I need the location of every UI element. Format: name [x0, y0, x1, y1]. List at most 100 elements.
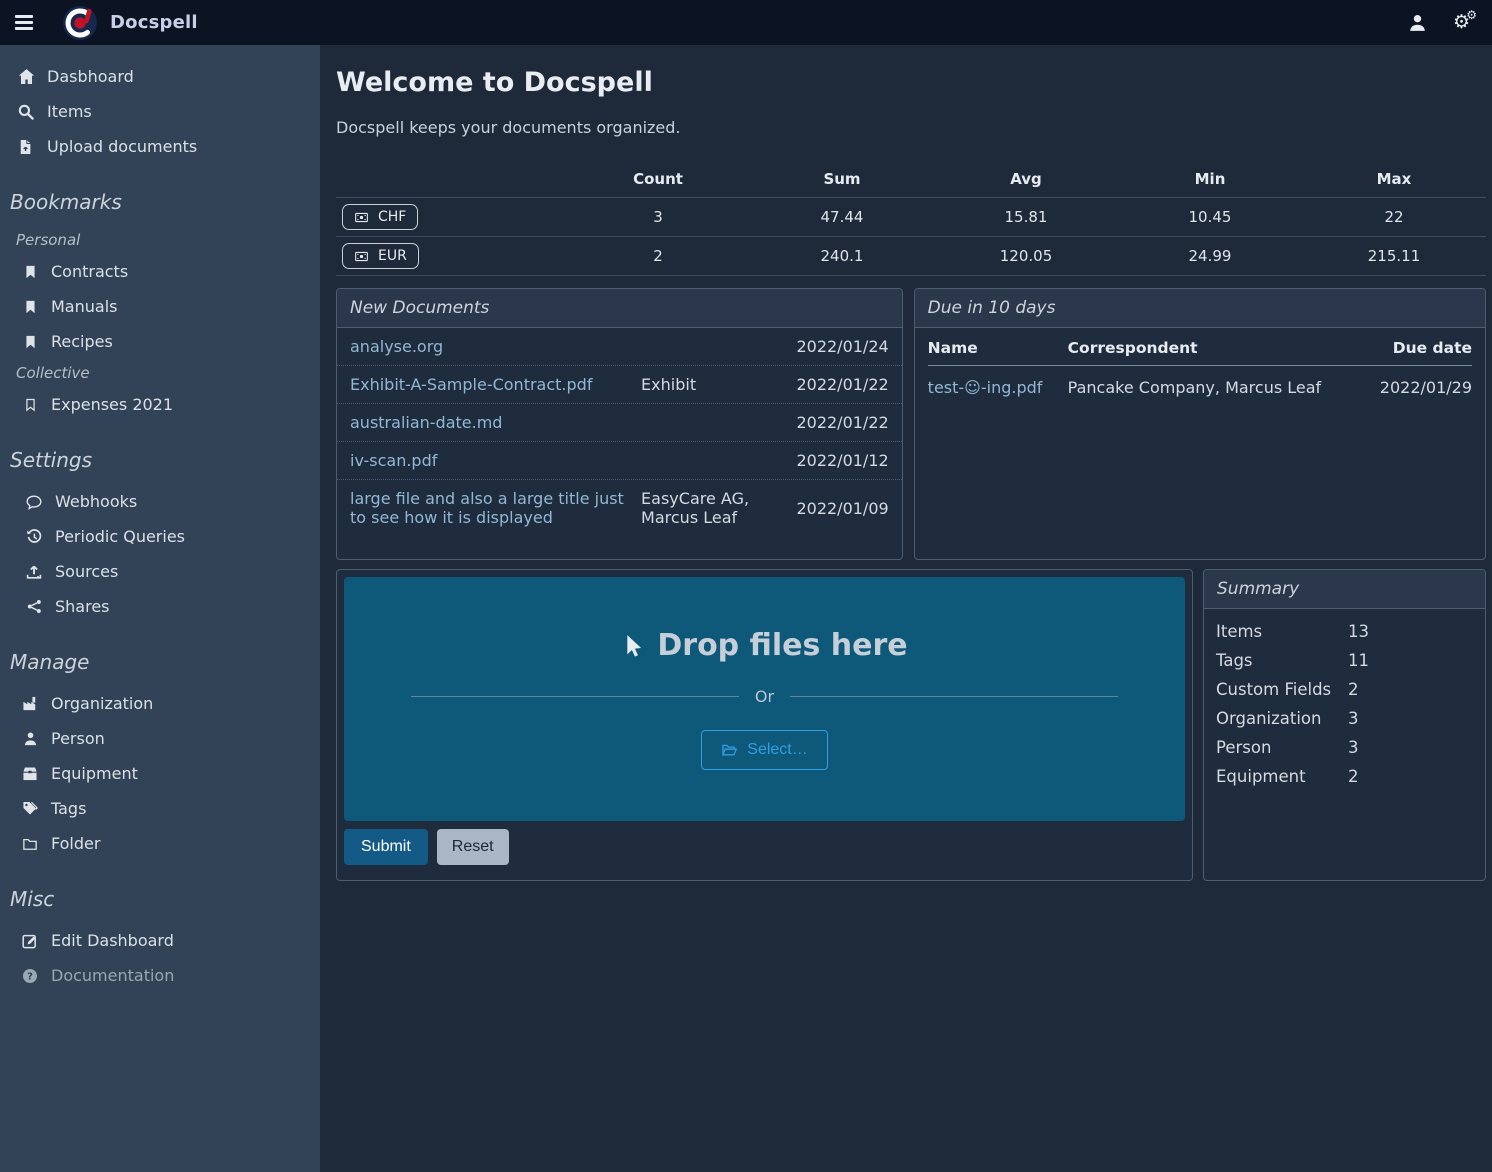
sidebar-item-documentation[interactable]: ? Documentation	[0, 958, 320, 993]
folder-icon	[20, 837, 40, 851]
document-link[interactable]: australian-date.md	[350, 413, 641, 432]
sidebar-item-equipment[interactable]: Equipment	[0, 756, 320, 791]
sidebar-item-manuals[interactable]: Manuals	[0, 289, 320, 324]
sidebar-item-label: Webhooks	[55, 492, 137, 511]
document-date: 2022/01/22	[793, 375, 889, 394]
sidebar-item-label: Documentation	[51, 966, 174, 985]
stats-header-min: Min	[1118, 161, 1302, 197]
sidebar-item-upload-documents[interactable]: Upload documents	[0, 129, 320, 164]
select-files-label: Select…	[747, 741, 807, 759]
summary-list: Items 13 Tags 11 Custom Fields 2 Organiz…	[1204, 609, 1485, 799]
sidebar-item-recipes[interactable]: Recipes	[0, 324, 320, 359]
due-correspondent: Pancake Company, Marcus Leaf	[1068, 378, 1362, 397]
sidebar-item-label: Recipes	[51, 332, 113, 351]
due-header-correspondent: Correspondent	[1068, 339, 1362, 357]
new-documents-title: New Documents	[337, 289, 902, 328]
bookmark-outline-icon	[20, 397, 40, 413]
submit-button[interactable]: Submit	[344, 829, 428, 865]
sidebar-section-settings: Settings	[0, 448, 320, 472]
stat-sum: 240.1	[750, 238, 934, 274]
bookmark-icon	[20, 264, 40, 280]
bookmark-icon	[20, 334, 40, 350]
sidebar-item-tags[interactable]: Tags	[0, 791, 320, 826]
sidebar-item-label: Dasbhoard	[47, 67, 134, 86]
summary-label: Equipment	[1216, 767, 1348, 786]
due-row: test-☺-ing.pdf Pancake Company, Marcus L…	[928, 366, 1472, 409]
share-icon	[24, 599, 44, 614]
menu-icon[interactable]	[0, 0, 48, 45]
document-link[interactable]: test-☺-ing.pdf	[928, 378, 1068, 397]
stat-max: 22	[1302, 199, 1486, 235]
sidebar-item-organization[interactable]: Organization	[0, 686, 320, 721]
sidebar-item-label: Person	[51, 729, 105, 748]
due-table: Name Correspondent Due date test-☺-ing.p…	[915, 328, 1485, 409]
question-circle-icon: ?	[20, 968, 40, 984]
sidebar-item-webhooks[interactable]: Webhooks	[0, 484, 320, 519]
settings-cogs-icon[interactable]: ⚙⚙	[1453, 13, 1470, 32]
sidebar-item-folder[interactable]: Folder	[0, 826, 320, 861]
sidebar-item-label: Items	[47, 102, 92, 121]
document-link[interactable]: iv-scan.pdf	[350, 451, 641, 470]
box-icon	[20, 766, 40, 781]
docspell-logo-icon	[62, 5, 98, 41]
select-files-button[interactable]: Select…	[701, 730, 827, 770]
history-icon	[24, 529, 44, 545]
sidebar-item-label: Organization	[51, 694, 153, 713]
sidebar-item-contracts[interactable]: Contracts	[0, 254, 320, 289]
sidebar-item-expenses-2021[interactable]: Expenses 2021	[0, 387, 320, 422]
file-dropzone[interactable]: Drop files here Or Select…	[344, 577, 1185, 821]
top-navbar: Docspell ⚙⚙	[0, 0, 1492, 45]
sidebar-item-label: Sources	[55, 562, 118, 581]
document-tag: Exhibit	[641, 375, 793, 394]
search-icon	[16, 104, 36, 120]
document-link[interactable]: large file and also a large title just t…	[350, 489, 641, 527]
due-header-date: Due date	[1362, 339, 1472, 357]
main-content: Welcome to Docspell Docspell keeps your …	[320, 45, 1492, 1172]
sidebar-item-person[interactable]: Person	[0, 721, 320, 756]
money-bill-icon	[354, 211, 369, 224]
due-panel-title: Due in 10 days	[915, 289, 1485, 328]
document-row: large file and also a large title just t…	[337, 480, 902, 536]
app-logo-link[interactable]: Docspell	[62, 5, 198, 41]
summary-row: Items 13	[1204, 617, 1485, 646]
sidebar-item-label: Shares	[55, 597, 110, 616]
summary-value: 2	[1348, 680, 1359, 699]
stats-header-avg: Avg	[934, 161, 1118, 197]
stats-row-eur: EUR 2 240.1 120.05 24.99 215.11	[336, 236, 1486, 276]
sidebar-item-sources[interactable]: Sources	[0, 554, 320, 589]
bookmark-icon	[20, 299, 40, 315]
sidebar-item-periodic-queries[interactable]: Periodic Queries	[0, 519, 320, 554]
mouse-pointer-icon	[621, 632, 644, 659]
sidebar-item-edit-dashboard[interactable]: Edit Dashboard	[0, 923, 320, 958]
sidebar: Dasbhoard Items Upload documents Bookmar…	[0, 45, 320, 1172]
currency-badge-chf: CHF	[342, 204, 418, 230]
stat-count: 2	[566, 238, 750, 274]
money-bill-icon	[354, 250, 369, 263]
reset-button[interactable]: Reset	[437, 829, 509, 865]
sidebar-item-label: Equipment	[51, 764, 138, 783]
sidebar-section-manage: Manage	[0, 650, 320, 674]
industry-icon	[20, 696, 40, 711]
sidebar-item-label: Expenses 2021	[51, 395, 173, 414]
summary-value: 13	[1348, 622, 1369, 641]
or-divider: Or	[411, 687, 1117, 706]
stat-min: 24.99	[1118, 238, 1302, 274]
sidebar-item-shares[interactable]: Shares	[0, 589, 320, 624]
svg-text:?: ?	[27, 971, 33, 982]
summary-row: Custom Fields 2	[1204, 675, 1485, 704]
sidebar-item-dashboard[interactable]: Dasbhoard	[0, 59, 320, 94]
document-link[interactable]: Exhibit-A-Sample-Contract.pdf	[350, 375, 641, 394]
document-date: 2022/01/24	[793, 337, 889, 356]
stats-header-row: Count Sum Avg Min Max	[336, 161, 1486, 197]
app-title: Docspell	[110, 12, 198, 33]
file-upload-icon	[16, 139, 36, 155]
user-icon[interactable]	[1408, 13, 1427, 32]
due-header-row: Name Correspondent Due date	[928, 328, 1472, 366]
stats-row-chf: CHF 3 47.44 15.81 10.45 22	[336, 197, 1486, 236]
summary-value: 2	[1348, 767, 1359, 786]
tags-icon	[20, 801, 40, 816]
document-link[interactable]: analyse.org	[350, 337, 641, 356]
sidebar-item-items[interactable]: Items	[0, 94, 320, 129]
stat-avg: 120.05	[934, 238, 1118, 274]
currency-badge-eur: EUR	[342, 243, 419, 269]
